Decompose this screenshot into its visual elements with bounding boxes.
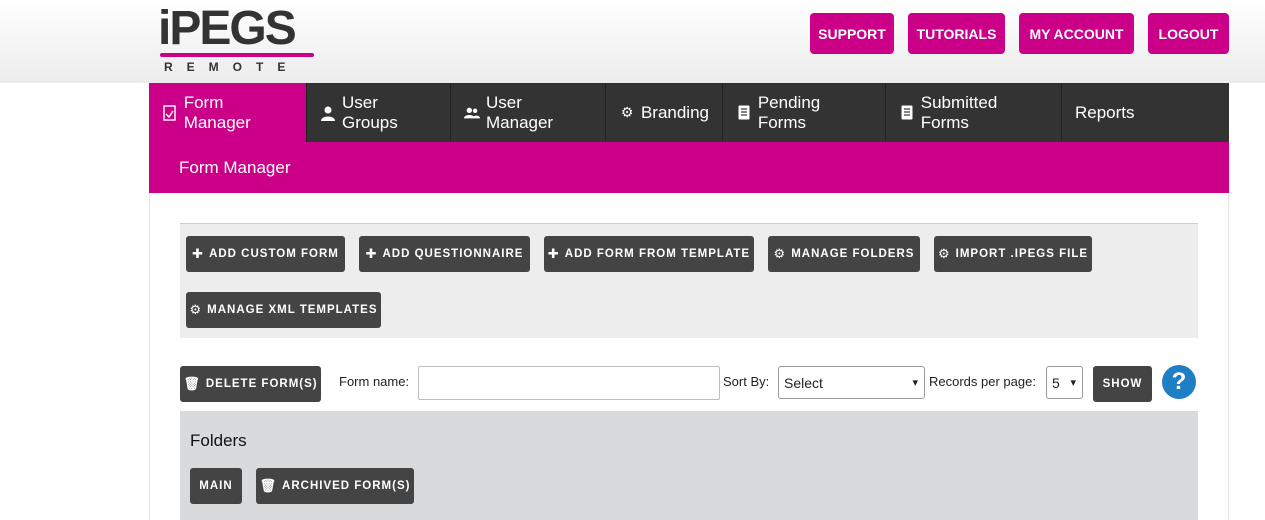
my-account-button[interactable]: MY ACCOUNT (1019, 13, 1134, 54)
logout-button[interactable]: LOGOUT (1148, 13, 1229, 54)
folder-main-button[interactable]: MAIN (190, 468, 242, 504)
sort-by-label: Sort By: (723, 374, 770, 389)
form-name-input[interactable] (418, 366, 720, 400)
add-form-from-template-button[interactable]: ✚ ADD FORM FROM TEMPLATE (544, 236, 754, 272)
ipegs-logo[interactable]: iPEGS REMOTE (158, 5, 318, 75)
show-button[interactable]: SHOW (1093, 366, 1152, 402)
nav-branding[interactable]: ⚙ Branding (606, 83, 723, 142)
nav-user-manager[interactable]: User Manager (451, 83, 606, 142)
top-bar: iPEGS REMOTE SUPPORT TUTORIALS MY ACCOUN… (0, 0, 1265, 83)
gears-icon: ⚙ (937, 246, 951, 261)
plus-icon: ✚ (365, 246, 378, 261)
nav-pending-forms[interactable]: Pending Forms (723, 83, 886, 142)
nav-label: Branding (640, 102, 709, 122)
plus-icon: ✚ (547, 246, 560, 261)
chevron-down-icon: ▾ (912, 377, 918, 389)
trash-icon: 🗑 (183, 376, 201, 391)
logo-subtitle: REMOTE (164, 60, 300, 74)
nav-label: Submitted Forms (920, 92, 998, 132)
plus-icon: ✚ (192, 246, 205, 261)
section-title-bar: Form Manager (149, 142, 1229, 193)
section-title: Form Manager (179, 157, 291, 177)
manage-xml-templates-button[interactable]: ⚙ MANAGE XML TEMPLATES (186, 292, 381, 328)
folders-title: Folders (190, 431, 247, 450)
delete-forms-button[interactable]: 🗑 DELETE FORM(S) (180, 366, 321, 402)
nav-reports[interactable]: Reports (1062, 83, 1147, 142)
tutorials-button[interactable]: TUTORIALS (908, 13, 1005, 54)
import-ipegs-file-button[interactable]: ⚙ IMPORT .IPEGS FILE (934, 236, 1092, 272)
gears-icon: ⚙ (773, 246, 787, 261)
records-per-page-select[interactable]: 5 ▾ (1046, 366, 1083, 399)
gears-icon: ⚙ (620, 104, 634, 120)
chevron-down-icon: ▾ (1070, 377, 1076, 389)
users-icon (464, 105, 480, 121)
form-icon (162, 104, 178, 121)
nav-label: Pending Forms (757, 92, 821, 132)
main-nav: Form Manager User Groups User Manager ⚙ … (149, 83, 1229, 142)
actions-panel: ✚ ADD CUSTOM FORM ✚ ADD QUESTIONNAIRE ✚ ADD… (180, 223, 1198, 338)
add-questionnaire-button[interactable]: ✚ ADD QUESTIONNAIRE (359, 236, 530, 272)
document-icon (899, 105, 915, 121)
nav-label: Reports (1075, 102, 1135, 122)
logo-underline (160, 53, 314, 57)
logo-text: iPEGS (158, 2, 297, 55)
sort-by-select[interactable]: Select ▾ (778, 366, 925, 399)
nav-form-manager[interactable]: Form Manager (149, 83, 307, 142)
nav-submitted-forms[interactable]: Submitted Forms (886, 83, 1062, 142)
document-icon (736, 105, 752, 121)
nav-user-groups[interactable]: User Groups (307, 83, 451, 142)
trash-icon: 🗑 (259, 478, 278, 493)
nav-label: Form Manager (183, 92, 251, 132)
add-custom-form-button[interactable]: ✚ ADD CUSTOM FORM (186, 236, 345, 272)
form-name-label: Form name: (339, 374, 410, 389)
nav-label: User Manager (486, 92, 554, 132)
help-icon[interactable]: ? (1162, 365, 1196, 399)
nav-label: User Groups (342, 92, 398, 132)
gears-icon: ⚙ (189, 302, 203, 317)
folders-panel: Folders MAIN 🗑 ARCHIVED FORM(S) (180, 411, 1198, 520)
support-button[interactable]: SUPPORT (810, 13, 894, 54)
user-icon (320, 105, 336, 121)
records-per-page-label: Records per page: (929, 374, 1036, 389)
manage-folders-button[interactable]: ⚙ MANAGE FOLDERS (768, 236, 920, 272)
folder-archived-forms-button[interactable]: 🗑 ARCHIVED FORM(S) (256, 468, 414, 504)
